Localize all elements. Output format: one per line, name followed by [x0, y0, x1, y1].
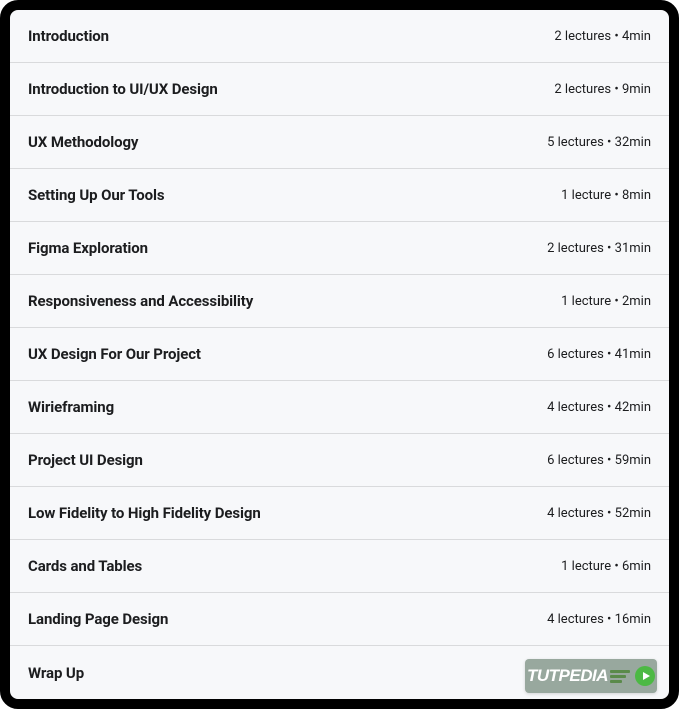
section-row[interactable]: Cards and Tables 1 lecture • 6min — [10, 540, 669, 593]
section-row[interactable]: UX Methodology 5 lectures • 32min — [10, 116, 669, 169]
section-title: Wirieframing — [28, 398, 114, 416]
section-title: Figma Exploration — [28, 239, 148, 257]
watermark-lines-icon — [610, 670, 630, 683]
section-meta: 1 lecture • 2min — [561, 294, 651, 309]
play-icon — [635, 666, 655, 686]
section-title: Wrap Up — [28, 664, 84, 682]
section-meta: 6 lectures • 59min — [547, 453, 651, 468]
section-row[interactable]: Project UI Design 6 lectures • 59min — [10, 434, 669, 487]
watermark-badge: TUTPEDIA — [525, 659, 657, 693]
section-row[interactable]: Figma Exploration 2 lectures • 31min — [10, 222, 669, 275]
section-row[interactable]: Wirieframing 4 lectures • 42min — [10, 381, 669, 434]
section-title: Introduction — [28, 27, 109, 45]
section-meta: 2 lectures • 31min — [547, 241, 651, 256]
section-row[interactable]: Landing Page Design 4 lectures • 16min — [10, 593, 669, 646]
section-row[interactable]: Responsiveness and Accessibility 1 lectur… — [10, 275, 669, 328]
section-meta: 5 lectures • 32min — [547, 135, 651, 150]
section-list: Introduction2 lectures • 4minIntroductio… — [10, 10, 669, 699]
section-row[interactable]: Introduction 2 lectures • 4min — [10, 10, 669, 63]
section-row[interactable]: Introduction to UI/UX Design 2 lectures •… — [10, 63, 669, 116]
section-title: Cards and Tables — [28, 557, 142, 575]
section-title: Responsiveness and Accessibility — [28, 292, 253, 310]
section-meta: 4 lectures • 42min — [547, 400, 651, 415]
section-meta: 4 lectures • 52min — [547, 506, 651, 521]
section-title: Landing Page Design — [28, 610, 168, 628]
section-row[interactable]: UX Design For Our Project 6 lectures • 41… — [10, 328, 669, 381]
section-title: UX Methodology — [28, 133, 138, 151]
section-title: Project UI Design — [28, 451, 143, 469]
section-row[interactable]: Low Fidelity to High Fidelity Design 4 le… — [10, 487, 669, 540]
section-title: Low Fidelity to High Fidelity Design — [28, 504, 261, 522]
section-title: Introduction to UI/UX Design — [28, 80, 218, 98]
section-meta: 1 lecture • 8min — [561, 188, 651, 203]
section-meta: 2 lectures • 9min — [554, 82, 651, 97]
section-title: UX Design For Our Project — [28, 345, 201, 363]
section-meta: 1 lecture • 6min — [561, 559, 651, 574]
section-row[interactable]: Setting Up Our Tools 1 lecture • 8min — [10, 169, 669, 222]
section-meta: 4 lectures • 16min — [547, 612, 651, 627]
section-meta: 6 lectures • 41min — [547, 347, 651, 362]
course-content-panel: Introduction2 lectures • 4minIntroductio… — [0, 0, 679, 709]
section-meta: 2 lectures • 4min — [554, 29, 651, 44]
watermark-text: TUTPEDIA — [527, 666, 608, 686]
section-title: Setting Up Our Tools — [28, 186, 164, 204]
